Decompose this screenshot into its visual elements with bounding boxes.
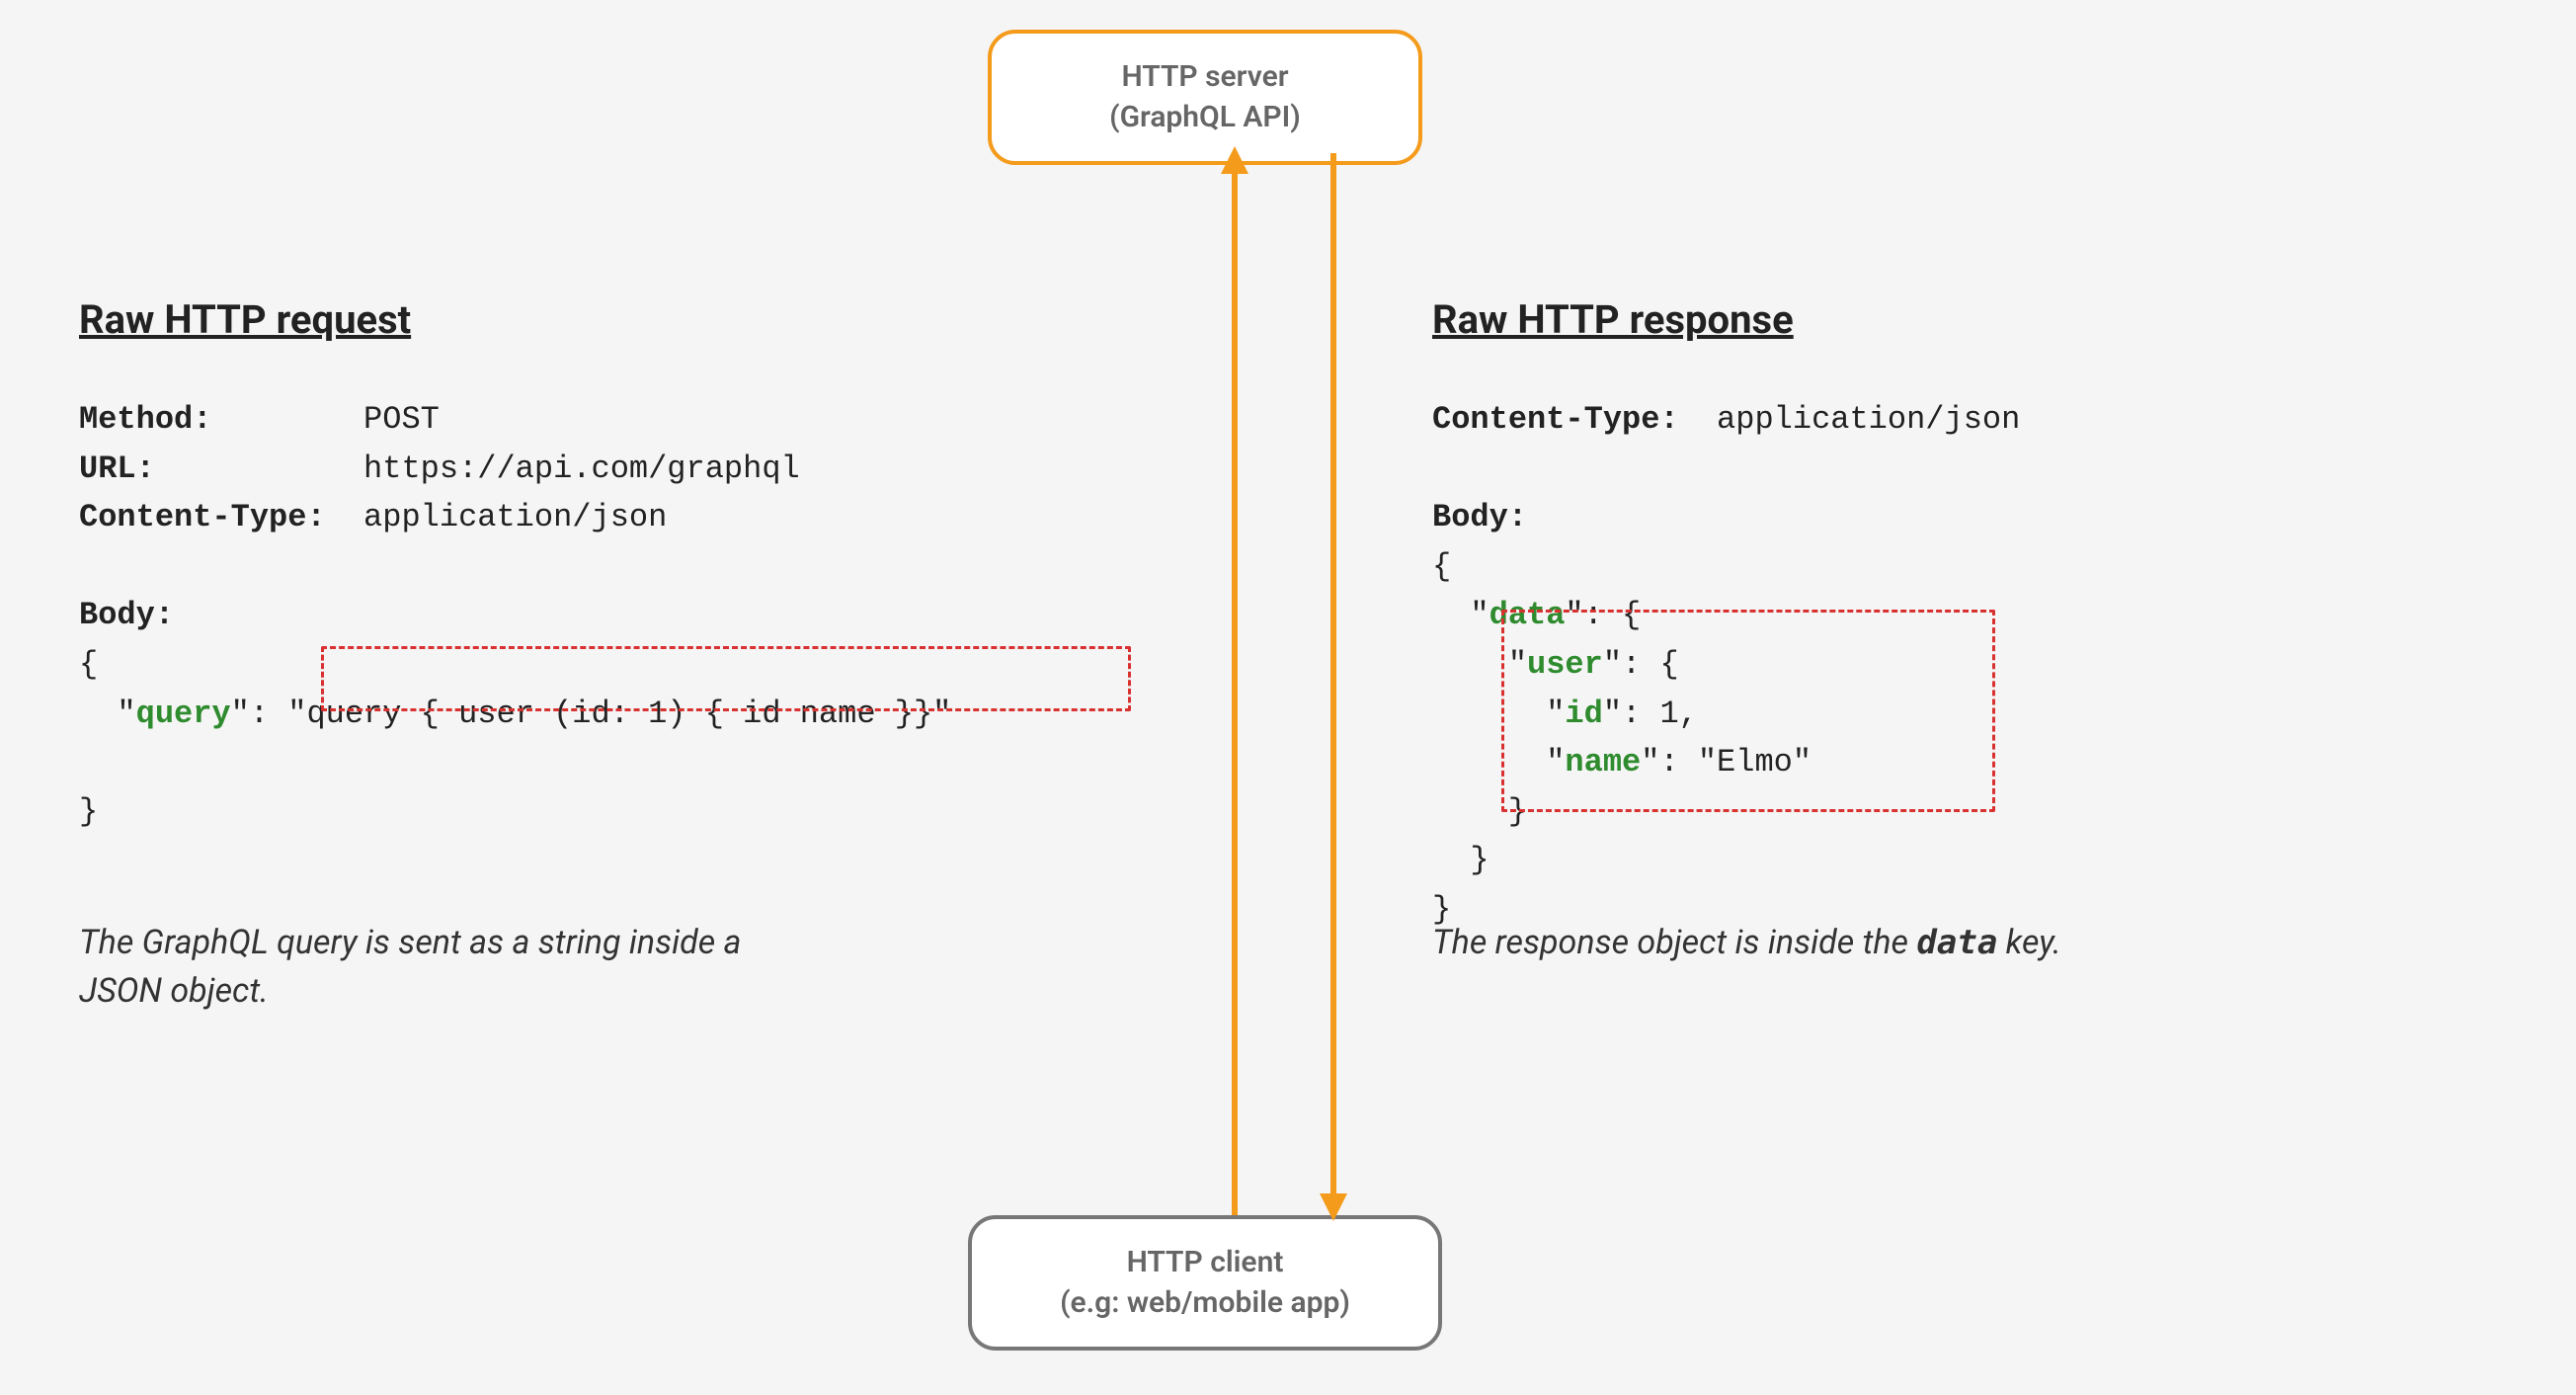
request-highlight-box (321, 646, 1131, 711)
request-method-value: POST (363, 401, 440, 438)
request-ctype-value: application/json (363, 499, 667, 535)
client-line1: HTTP client (1019, 1243, 1391, 1283)
request-url-label: URL: (79, 451, 155, 487)
request-section-title: Raw HTTP request (79, 296, 411, 343)
request-body-label: Body: (79, 597, 174, 633)
response-body-open: { (1432, 548, 1451, 585)
request-body-key: query (136, 696, 231, 732)
response-ctype-label: Content-Type: (1432, 401, 1679, 438)
response-ctype-value: application/json (1717, 401, 2020, 438)
diagram-canvas: HTTP server (GraphQL API) HTTP client (e… (0, 0, 2576, 1395)
server-line1: HTTP server (1039, 57, 1371, 98)
request-ctype-label: Content-Type: (79, 499, 326, 535)
request-body-close: } (79, 793, 98, 830)
request-arrow-head-icon (1221, 146, 1248, 174)
response-caption-prefix: The response object is inside the (1432, 923, 1916, 962)
response-caption-code: data (1916, 923, 1997, 962)
response-section-title: Raw HTTP response (1432, 296, 1794, 343)
http-server-node: HTTP server (GraphQL API) (988, 30, 1422, 165)
request-arrow-line (1232, 153, 1238, 1215)
response-body-label: Body: (1432, 499, 1527, 535)
response-highlight-box (1501, 610, 1995, 812)
request-body-open: { (79, 646, 98, 683)
client-line2: (e.g: web/mobile app) (1019, 1283, 1391, 1324)
response-arrow-head-icon (1320, 1193, 1347, 1221)
request-url-value: https://api.com/graphql (363, 451, 800, 487)
request-caption: The GraphQL query is sent as a string in… (79, 919, 830, 1017)
http-client-node: HTTP client (e.g: web/mobile app) (968, 1215, 1442, 1351)
request-code-block: Method: POST URL: https://api.com/graphq… (79, 395, 951, 836)
request-method-label: Method: (79, 401, 211, 438)
server-line2: (GraphQL API) (1039, 98, 1371, 138)
response-caption: The response object is inside the data k… (1432, 919, 2061, 967)
response-arrow-line (1330, 153, 1336, 1215)
response-caption-suffix: key. (1997, 923, 2061, 962)
